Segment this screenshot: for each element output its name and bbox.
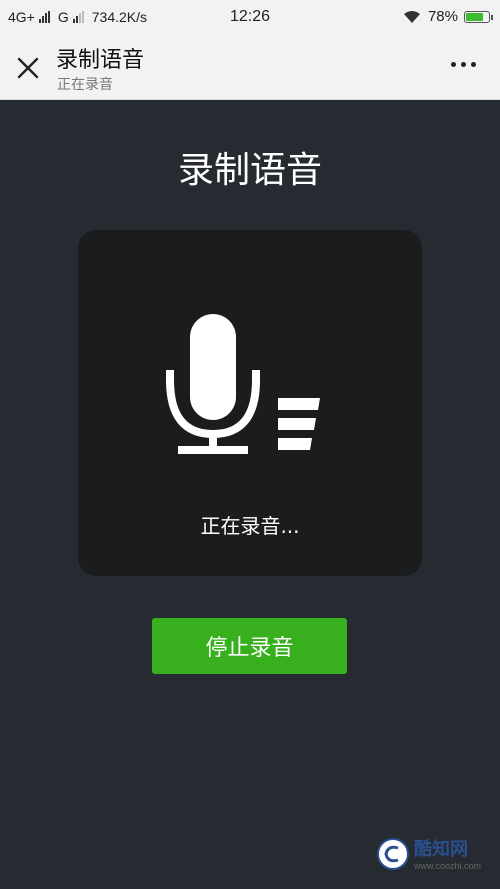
battery-icon (464, 10, 493, 23)
battery-percent: 78% (427, 8, 458, 25)
watermark-text: 酷知网 (414, 839, 468, 860)
status-bar: 4G+ G 734.2K/s 12:26 78% (0, 0, 500, 34)
volume-level-icon (278, 398, 320, 450)
stop-recording-button[interactable]: 停止录音 (152, 618, 347, 674)
close-button[interactable] (12, 52, 44, 84)
more-dot-icon (461, 62, 466, 67)
more-dot-icon (471, 62, 476, 67)
status-right: 78% (402, 8, 493, 25)
more-button[interactable] (451, 62, 476, 67)
recording-heading: 录制语音 (177, 150, 322, 191)
app-header: 录制语音 正在录音 (0, 34, 500, 100)
microphone-icon (166, 314, 260, 454)
recording-panel: 正在录音... (78, 230, 422, 576)
watermark-url: www.coozhi.com (414, 861, 482, 871)
more-dot-icon (451, 62, 456, 67)
logo-icon (377, 838, 409, 870)
page-title: 录制语音 (56, 48, 145, 73)
watermark-logo: 酷知网 www.coozhi.com (374, 829, 490, 879)
close-icon (17, 57, 39, 79)
wifi-icon (403, 10, 420, 23)
page-subtitle: 正在录音 (57, 77, 113, 93)
recording-status-text: 正在录音... (200, 514, 300, 538)
